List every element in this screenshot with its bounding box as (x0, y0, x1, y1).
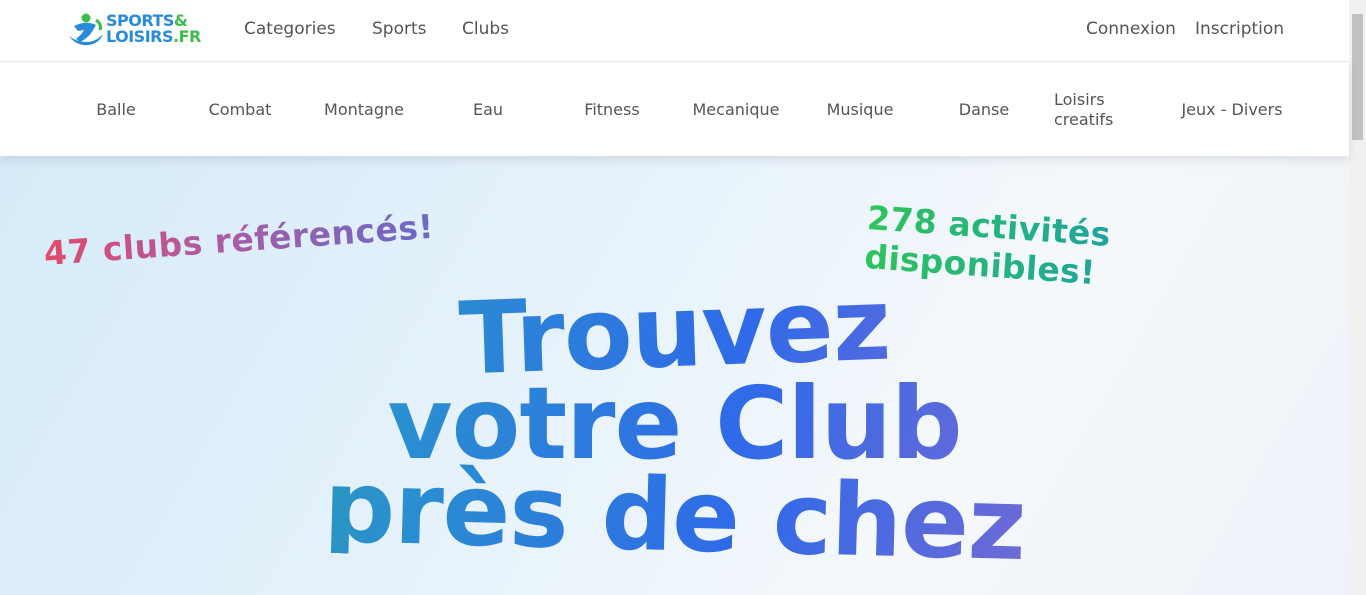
nav-categories[interactable]: Categories (244, 19, 336, 39)
page-scrollbar[interactable] (1349, 0, 1366, 595)
category-eau[interactable]: Eau (426, 63, 550, 156)
hero-headline: Trouvez votre Club près de chez (0, 266, 1349, 584)
category-fitness[interactable]: Fitness (550, 63, 674, 156)
headline-line-3: près de chez (0, 448, 1349, 583)
login-link[interactable]: Connexion (1086, 19, 1176, 39)
logo-line-2: LOISIRS.FR (106, 27, 201, 46)
runner-logo-icon (69, 13, 103, 46)
hero-section: 47 clubs référencés! 278 activités dispo… (0, 156, 1349, 595)
nav-clubs[interactable]: Clubs (462, 19, 509, 39)
site-logo[interactable]: SPORTS& LOISIRS.FR (66, 12, 206, 50)
category-mecanique[interactable]: Mecanique (674, 63, 798, 156)
category-musique[interactable]: Musique (798, 63, 922, 156)
top-navigation-bar: SPORTS& LOISIRS.FR Categories Sports Clu… (0, 0, 1349, 62)
clubs-count-text: 47 clubs référencés! (42, 206, 436, 273)
category-bar: Balle Combat Montagne Eau Fitness Mecani… (0, 63, 1349, 156)
scrollbar-thumb[interactable] (1352, 14, 1363, 140)
signup-link[interactable]: Inscription (1195, 19, 1284, 39)
category-montagne[interactable]: Montagne (302, 63, 426, 156)
category-combat[interactable]: Combat (178, 63, 302, 156)
category-balle[interactable]: Balle (54, 63, 178, 156)
category-loisirs-creatifs[interactable]: Loisirs creatifs (1054, 63, 1144, 156)
category-jeux-divers[interactable]: Jeux - Divers (1170, 63, 1294, 156)
category-danse[interactable]: Danse (922, 63, 1046, 156)
nav-sports[interactable]: Sports (372, 19, 427, 39)
